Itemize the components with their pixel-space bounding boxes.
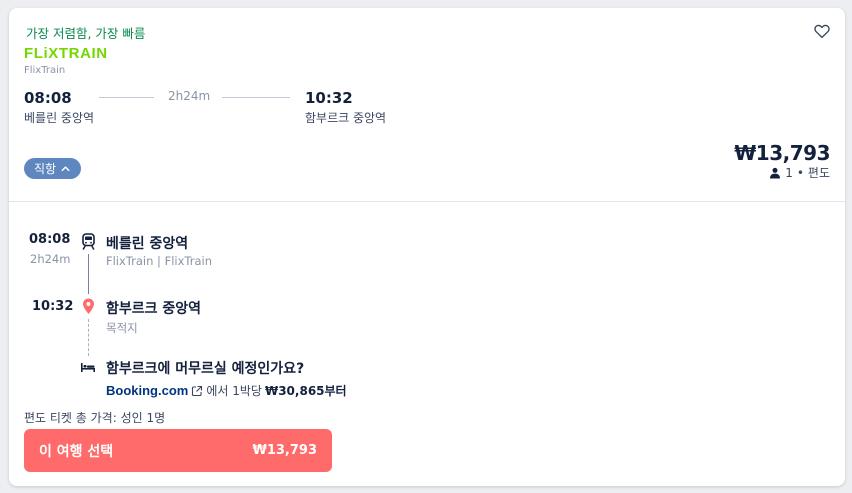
bed-icon [81, 363, 95, 372]
heart-icon[interactable] [813, 22, 831, 40]
timeline-departure-station: 베를린 중앙역 [106, 236, 189, 252]
timeline-connector [88, 254, 89, 294]
person-icon [770, 167, 781, 178]
chevron-up-icon [61, 166, 70, 172]
timeline-operator: FlixTrain | FlixTrain [106, 254, 212, 268]
train-icon [82, 233, 95, 250]
select-trip-price: ₩13,793 [252, 443, 317, 458]
stay-connector [88, 319, 89, 356]
journey-card: 가장 저렴함, 가장 빠름 FLiXTRAIN FlixTrain 08:08 … [9, 8, 845, 486]
passenger-count: 1 [785, 165, 793, 180]
timeline-departure-time: 08:08 [29, 232, 71, 247]
trip-type: 편도 [807, 166, 830, 180]
route-line-right [222, 97, 290, 98]
booking-offer[interactable]: Booking.com 에서 1박당 ₩30,865부터 [106, 382, 347, 399]
location-pin-icon [83, 298, 94, 314]
timeline-arrival-time: 10:32 [32, 299, 74, 314]
departure-station: 베를린 중앙역 [24, 111, 95, 125]
trip-duration: 2h24m [168, 89, 211, 103]
route-line-left [99, 97, 154, 98]
stay-question: 함부르크에 머무르실 예정인가요? [106, 361, 305, 377]
timeline-arrival-station: 함부르크 중앙역 [106, 301, 202, 317]
total-price-label: 편도 티켓 총 가격: 성인 1명 [24, 411, 166, 425]
operator-name: FlixTrain [24, 65, 66, 76]
departure-time: 08:08 [24, 89, 72, 107]
separator-dot: • [796, 165, 804, 180]
external-link-icon [192, 385, 203, 396]
trip-price: ₩13,793 [734, 141, 830, 165]
select-trip-button[interactable]: 이 여행 선택 ₩13,793 [24, 429, 332, 472]
direct-toggle-button[interactable]: 직항 [24, 158, 82, 179]
booking-com-link[interactable]: Booking.com [106, 383, 188, 398]
arrival-time: 10:32 [305, 89, 353, 107]
timeline-duration: 2h24m [30, 252, 71, 266]
destination-label: 목적지 [106, 321, 138, 335]
select-trip-label: 이 여행 선택 [39, 443, 114, 460]
arrival-station: 함부르크 중앙역 [305, 111, 387, 125]
booking-from-price: ₩30,865부터 [264, 384, 347, 398]
direct-label: 직항 [34, 162, 57, 176]
cheapest-fastest-badge: 가장 저렴함, 가장 빠름 [26, 26, 146, 41]
flixtrain-logo: FLiXTRAIN [24, 45, 108, 62]
card-divider [9, 201, 845, 202]
booking-text: 에서 1박당 [206, 384, 262, 398]
passenger-info: 1 • 편도 [769, 164, 830, 181]
